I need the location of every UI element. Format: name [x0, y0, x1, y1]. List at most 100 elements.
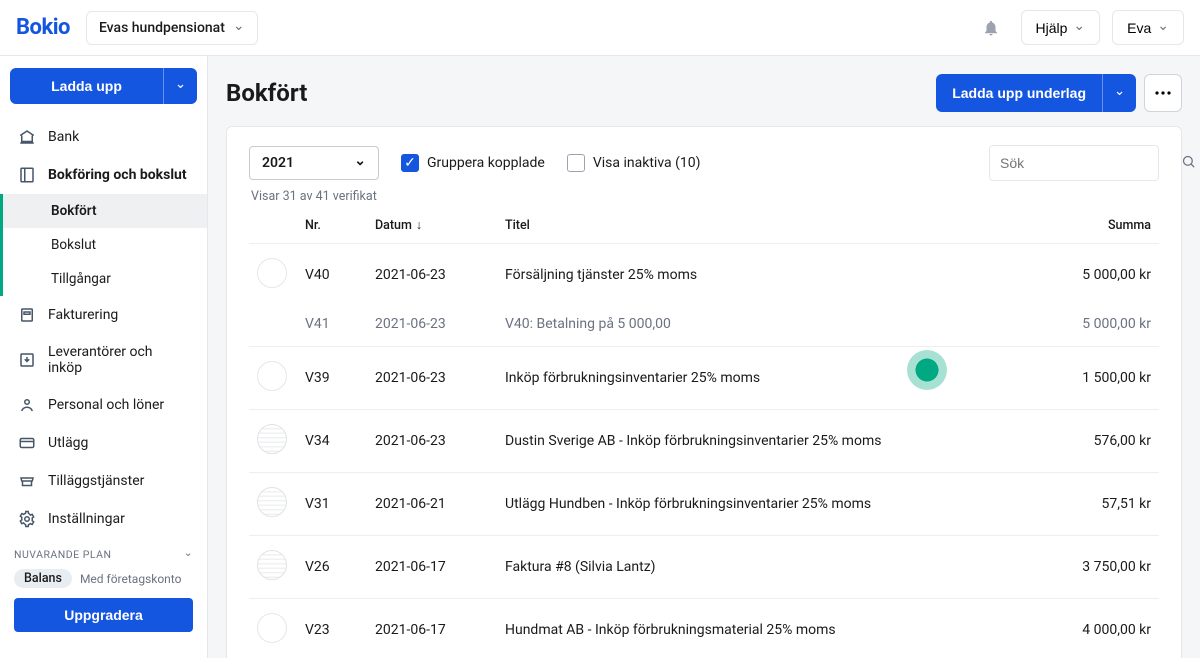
row-thumbnail — [257, 613, 287, 643]
chevron-down-icon — [1073, 19, 1085, 36]
col-nr[interactable]: Nr. — [297, 210, 367, 244]
row-nr: V23 — [297, 599, 367, 658]
subnav-item-bokslut[interactable]: Bokslut — [3, 228, 207, 262]
search-icon — [1181, 154, 1196, 173]
row-sum: 3 750,00 kr — [1019, 536, 1159, 599]
sidebar-item-payroll[interactable]: Personal och löner — [0, 386, 207, 424]
invoice-icon — [18, 306, 36, 324]
checkbox-icon — [567, 154, 585, 172]
chevron-down-icon — [184, 548, 193, 561]
help-button[interactable]: Hjälp — [1021, 10, 1101, 45]
sidebar-item-label: Personal och löner — [48, 397, 164, 413]
chevron-down-icon — [1157, 19, 1169, 36]
chevron-down-icon — [175, 78, 186, 94]
row-date: 2021-06-17 — [367, 599, 497, 658]
row-date: 2021-06-21 — [367, 473, 497, 536]
row-nr: V34 — [297, 410, 367, 473]
sidebar-item-expenses[interactable]: Utlägg — [0, 424, 207, 462]
table-row[interactable]: V312021-06-21Utlägg Hundben - Inköp förb… — [249, 473, 1159, 536]
sidebar-item-label: Bank — [48, 129, 79, 145]
row-thumbnail — [257, 258, 287, 288]
col-title[interactable]: Titel — [497, 210, 1019, 244]
sidebar-item-bookkeeping[interactable]: Bokföring och bokslut — [0, 156, 207, 194]
upload-dropdown-button[interactable] — [163, 68, 197, 104]
chevron-down-icon — [233, 20, 245, 36]
page-title: Bokfört — [226, 79, 307, 107]
sidebar-item-label: Fakturering — [48, 307, 118, 323]
sidebar-item-bank[interactable]: Bank — [0, 118, 207, 156]
company-selector[interactable]: Evas hundpensionat — [86, 11, 258, 45]
sidebar-item-label: Leverantörer och inköp — [48, 344, 189, 376]
row-thumbnail — [257, 550, 287, 580]
upload-document-dropdown[interactable] — [1102, 74, 1136, 112]
year-select[interactable]: 2021 — [249, 146, 379, 180]
sidebar-item-label: Utlägg — [48, 435, 88, 451]
highlight-pulse — [907, 350, 947, 390]
col-date[interactable]: Datum↓ — [367, 210, 497, 244]
transactions-table: Nr. Datum↓ Titel Summa V402021-06-23Förs… — [249, 210, 1159, 658]
company-name: Evas hundpensionat — [99, 20, 225, 36]
download-icon — [18, 351, 36, 369]
bell-icon[interactable] — [973, 10, 1009, 46]
row-date: 2021-06-23 — [367, 244, 497, 307]
chevron-down-icon — [1114, 85, 1125, 101]
plan-row: Balans Med företagskonto — [14, 569, 193, 588]
row-nr: V40 — [297, 244, 367, 307]
main: Bokfört Ladda upp underlag 2021 ✓ — [208, 56, 1200, 658]
sidebar-item-settings[interactable]: Inställningar — [0, 500, 207, 538]
row-title: Försäljning tjänster 25% moms — [497, 244, 1019, 307]
sidebar-item-label: Bokföring och bokslut — [48, 167, 187, 183]
search-input[interactable] — [1000, 155, 1181, 171]
row-nr: V41 — [297, 306, 367, 347]
row-thumbnail — [257, 361, 287, 391]
row-title: Utlägg Hundben - Inköp förbrukningsinven… — [497, 473, 1019, 536]
store-icon — [18, 472, 36, 490]
table-row[interactable]: V262021-06-17Faktura #8 (Silvia Lantz)3 … — [249, 536, 1159, 599]
plan-badge: Balans — [14, 569, 72, 588]
row-date: 2021-06-23 — [367, 347, 497, 410]
group-linked-label: Gruppera kopplade — [427, 155, 545, 171]
list-card: 2021 ✓ Gruppera kopplade Visa inaktiva (… — [226, 126, 1182, 658]
sidebar-item-suppliers[interactable]: Leverantörer och inköp — [0, 334, 207, 386]
bank-icon — [18, 128, 36, 146]
row-nr: V26 — [297, 536, 367, 599]
user-name: Eva — [1127, 20, 1151, 36]
table-row[interactable]: V402021-06-23Försäljning tjänster 25% mo… — [249, 244, 1159, 307]
upload-button[interactable]: Ladda upp — [10, 68, 163, 104]
topbar: Bokio Evas hundpensionat Hjälp Eva — [0, 0, 1200, 56]
table-row[interactable]: V232021-06-17Hundmat AB - Inköp förbrukn… — [249, 599, 1159, 658]
search-box[interactable] — [989, 145, 1159, 181]
sidebar-item-invoicing[interactable]: Fakturering — [0, 296, 207, 334]
plan-header[interactable]: NUVARANDE PLAN — [14, 548, 193, 561]
brand-logo[interactable]: Bokio — [16, 15, 70, 40]
count-text: Visar 31 av 41 verifikat — [251, 189, 1159, 204]
subnav-item-tillgangar[interactable]: Tillgångar — [3, 262, 207, 296]
user-menu-button[interactable]: Eva — [1112, 10, 1184, 45]
sidebar-item-label: Inställningar — [48, 511, 125, 527]
row-nr: V39 — [297, 347, 367, 410]
sidebar-item-label: Tilläggstjänster — [48, 473, 144, 489]
group-linked-checkbox[interactable]: ✓ Gruppera kopplade — [401, 154, 545, 172]
subnav-item-bokfort[interactable]: Bokfört — [3, 194, 207, 228]
chevron-down-icon — [354, 155, 366, 171]
person-icon — [18, 396, 36, 414]
sidebar: Ladda upp Bank Bokföring och bokslut Bok… — [0, 56, 208, 658]
table-row[interactable]: V342021-06-23Dustin Sverige AB - Inköp f… — [249, 410, 1159, 473]
row-title: Dustin Sverige AB - Inköp förbrukningsin… — [497, 410, 1019, 473]
row-sum: 5 000,00 kr — [1019, 244, 1159, 307]
upload-document-button[interactable]: Ladda upp underlag — [936, 74, 1102, 112]
row-title: Hundmat AB - Inköp förbrukningsmaterial … — [497, 599, 1019, 658]
more-actions-button[interactable] — [1144, 74, 1182, 112]
sidebar-item-addons[interactable]: Tilläggstjänster — [0, 462, 207, 500]
row-thumbnail — [257, 487, 287, 517]
plan-header-label: NUVARANDE PLAN — [14, 548, 111, 561]
year-value: 2021 — [262, 155, 294, 171]
row-thumbnail — [257, 424, 287, 454]
card-icon — [18, 434, 36, 452]
upgrade-button[interactable]: Uppgradera — [14, 598, 193, 632]
col-sum[interactable]: Summa — [1019, 210, 1159, 244]
table-row[interactable]: V392021-06-23Inköp förbrukningsinventari… — [249, 347, 1159, 410]
table-row-child[interactable]: V412021-06-23V40: Betalning på 5 000,005… — [249, 306, 1159, 347]
show-inactive-checkbox[interactable]: Visa inaktiva (10) — [567, 154, 701, 172]
row-sum: 57,51 kr — [1019, 473, 1159, 536]
